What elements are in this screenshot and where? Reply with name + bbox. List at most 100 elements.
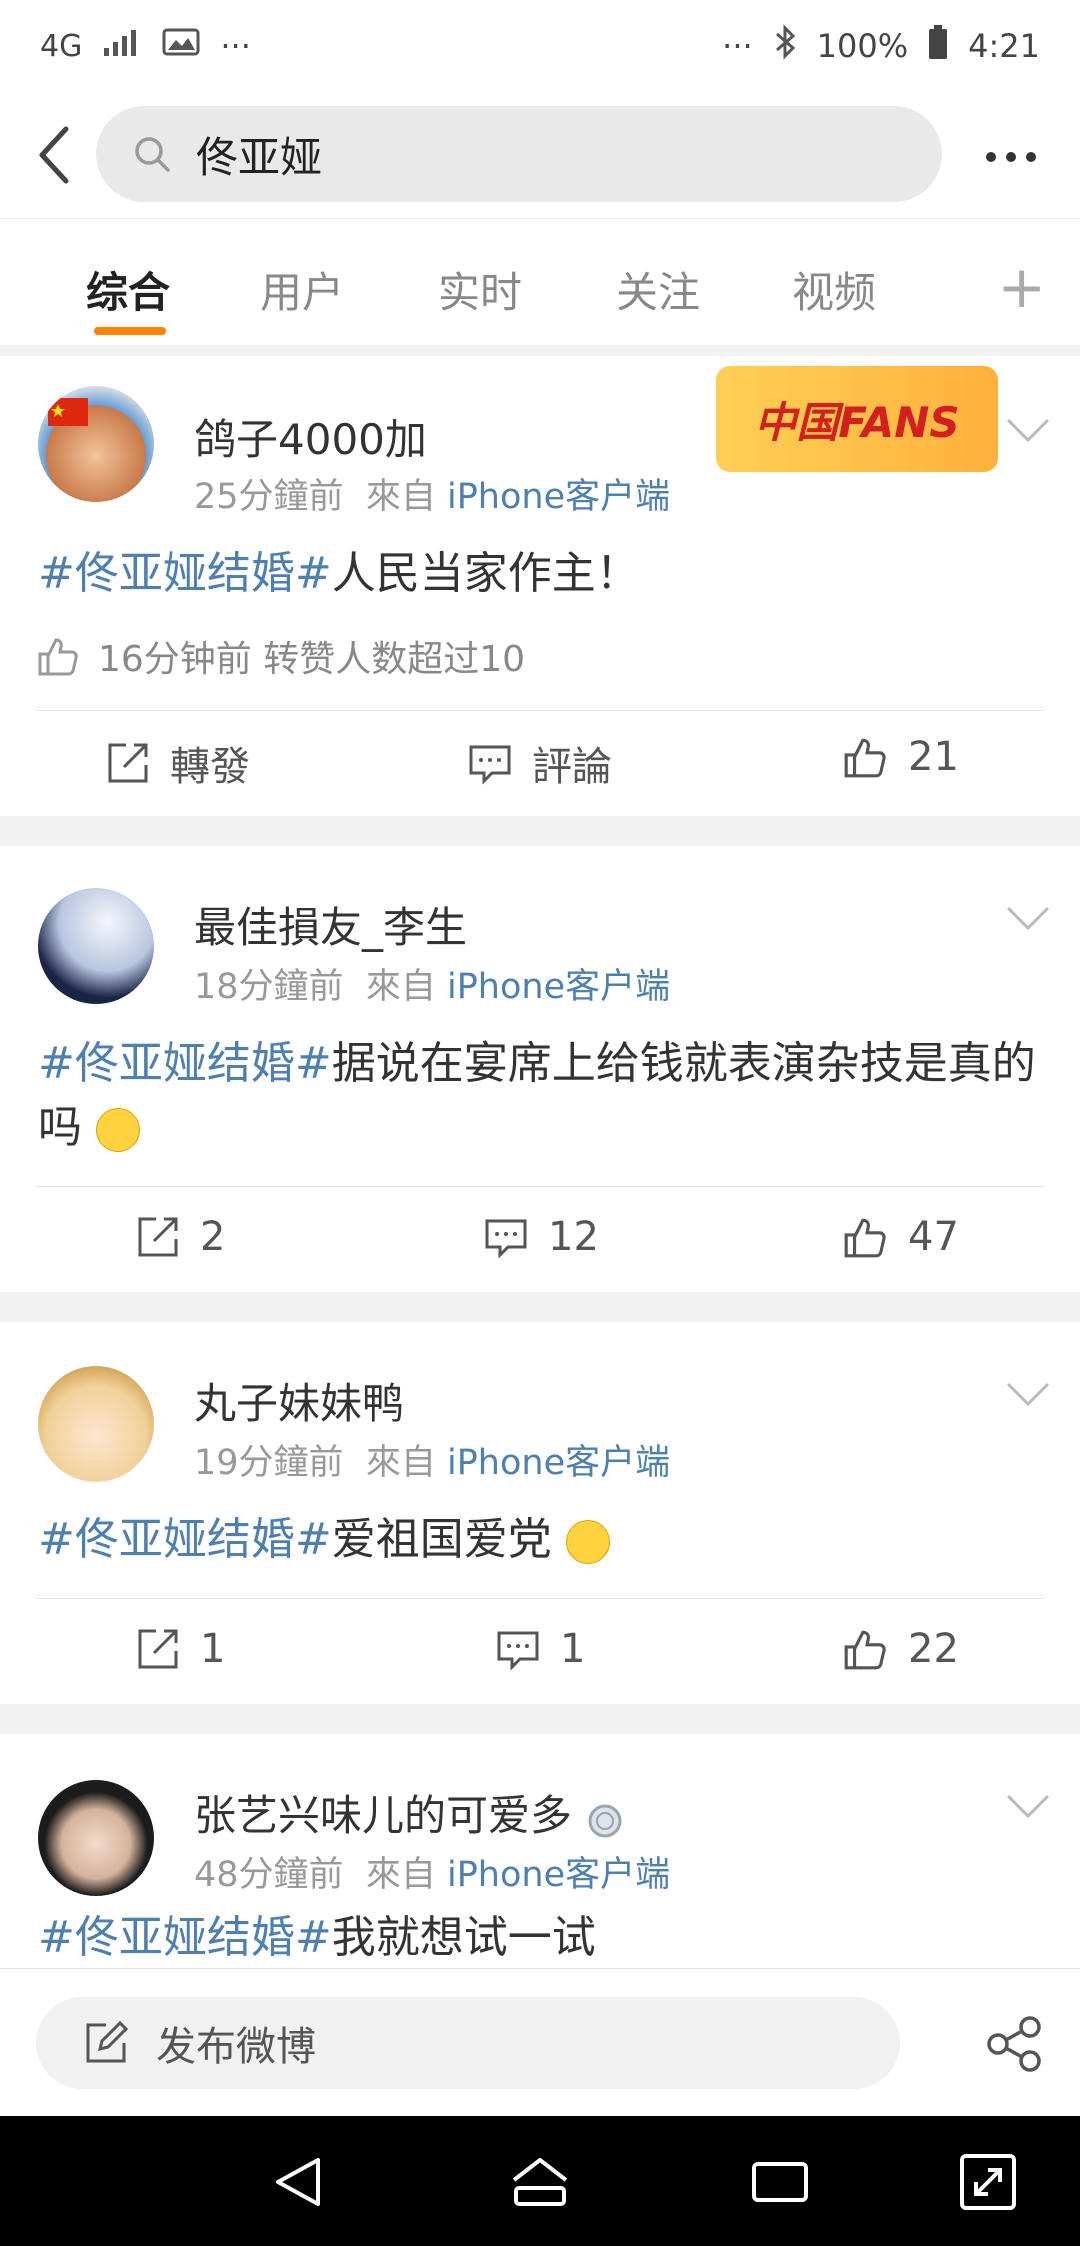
status-bar: 4G ··· ··· 100% 4:21: [0, 0, 1080, 92]
post-source[interactable]: iPhone客户端: [447, 1443, 670, 1483]
tab-video[interactable]: 视频: [792, 259, 876, 320]
avatar[interactable]: [38, 386, 154, 502]
post-card: 张艺兴味儿的可爱多 48分鐘前 來自 iPhone客户端 #佟亚娅结婚#我就想试…: [0, 1734, 1080, 1968]
post-text: #佟亚娅结婚#爱祖国爱党: [38, 1508, 1042, 1572]
tab-realtime[interactable]: 实时: [438, 259, 522, 320]
more-dot: [1006, 152, 1016, 162]
post-source[interactable]: iPhone客户端: [447, 967, 670, 1007]
search-input[interactable]: 佟亚娅: [96, 106, 942, 202]
nav-home-icon[interactable]: [508, 2150, 572, 2214]
like-count: 21: [908, 734, 959, 780]
repost-button[interactable]: 轉發: [106, 734, 250, 792]
edit-icon: [86, 2021, 128, 2063]
post-source[interactable]: iPhone客户端: [447, 477, 670, 517]
repost-button[interactable]: 2: [136, 1214, 225, 1260]
medal-icon: [588, 1804, 622, 1837]
more-options-button[interactable]: [976, 122, 1046, 192]
post-body: 爱祖国爱党: [331, 1514, 552, 1565]
clock: 4:21: [968, 27, 1040, 65]
image-icon: [162, 26, 200, 66]
avatar[interactable]: [38, 888, 154, 1004]
divider: [36, 1598, 1044, 1599]
compose-label: 发布微博: [156, 2024, 316, 2070]
signal-icon: [102, 26, 142, 66]
post-text: #佟亚娅结婚#据说在宴席上给钱就表演杂技是真的吗: [38, 1032, 1042, 1160]
comment-count: 1: [560, 1626, 586, 1672]
comment-button[interactable]: 1: [496, 1626, 585, 1672]
back-button[interactable]: [24, 120, 84, 190]
post-card: 最佳損友_李生 18分鐘前 來自 iPhone客户端 #佟亚娅结婚#据说在宴席上…: [0, 846, 1080, 1292]
username[interactable]: 鸽子4000加: [194, 406, 427, 467]
from-label: 來自: [365, 1855, 436, 1895]
hashtag[interactable]: #佟亚娅结婚#: [38, 1514, 332, 1565]
search-header: 佟亚娅: [0, 92, 1080, 218]
post-time: 19分鐘前: [194, 1443, 344, 1483]
post-card: 中国FANS 鸽子4000加 25分鐘前 來自 iPhone客户端 #佟亚娅结婚…: [0, 356, 1080, 816]
post-text: #佟亚娅结婚#我就想试一试: [38, 1906, 1042, 1968]
comment-label: 評論: [532, 744, 612, 790]
comment-button[interactable]: 評論: [468, 734, 612, 792]
liked-note: 16分钟前 转赞人数超过10: [36, 630, 525, 682]
username[interactable]: 最佳損友_李生: [194, 894, 467, 955]
more-dot: [1026, 152, 1036, 162]
nav-fullscreen-icon[interactable]: [956, 2150, 1020, 2214]
system-nav-bar: [0, 2116, 1080, 2246]
bluetooth-icon: [773, 24, 797, 68]
back-arrow-icon: [39, 126, 69, 184]
search-tabs: 综合 用户 实时 关注 视频 +: [0, 218, 1080, 345]
repost-icon: [108, 743, 148, 783]
chevron-down-icon[interactable]: [1006, 416, 1050, 446]
post-source[interactable]: iPhone客户端: [447, 1855, 670, 1895]
avatar[interactable]: [38, 1366, 154, 1482]
tab-users[interactable]: 用户: [260, 259, 344, 320]
avatar[interactable]: [38, 1780, 154, 1896]
share-icon[interactable]: [984, 2013, 1046, 2075]
active-tab-indicator: [94, 327, 166, 335]
smile-emoji-icon: [565, 1520, 610, 1564]
like-button[interactable]: 22: [842, 1626, 959, 1672]
from-label: 來自: [365, 477, 436, 517]
compose-bar: 发布微博: [0, 1968, 1080, 2117]
liked-note-text: 16分钟前 转赞人数超过10: [98, 639, 526, 680]
comment-button[interactable]: 12: [484, 1214, 599, 1260]
hashtag[interactable]: #佟亚娅结婚#: [38, 1038, 332, 1089]
tab-following[interactable]: 关注: [616, 259, 700, 320]
nav-back-icon[interactable]: [268, 2150, 332, 2214]
like-button[interactable]: 47: [842, 1214, 959, 1260]
repost-button[interactable]: 1: [136, 1626, 225, 1672]
like-count: 22: [908, 1626, 959, 1672]
from-label: 來自: [365, 967, 436, 1007]
chevron-down-icon[interactable]: [1006, 904, 1050, 934]
nav-recents-icon[interactable]: [748, 2150, 812, 2214]
thumb-up-icon: [844, 1218, 886, 1258]
compose-button[interactable]: 发布微博: [36, 1997, 900, 2089]
like-count: 47: [908, 1214, 959, 1260]
thumb-up-icon: [844, 1630, 886, 1670]
hashtag[interactable]: #佟亚娅结婚#: [38, 1912, 332, 1963]
battery-icon: [928, 24, 948, 68]
repost-count: 1: [200, 1626, 226, 1672]
overflow-dots: ···: [220, 27, 251, 65]
post-meta: 48分鐘前 來自 iPhone客户端: [194, 1846, 670, 1897]
post-body: 人民当家作主！: [331, 548, 640, 599]
thumb-up-icon: [38, 638, 78, 676]
comment-icon: [469, 745, 511, 785]
divider: [36, 1186, 1044, 1187]
post-time: 18分鐘前: [194, 967, 344, 1007]
search-icon: [135, 137, 170, 172]
chevron-down-icon[interactable]: [1006, 1380, 1050, 1410]
repost-count: 2: [200, 1214, 226, 1260]
post-text: #佟亚娅结婚#人民当家作主！: [38, 542, 1042, 606]
add-tab-button[interactable]: +: [997, 253, 1046, 321]
tab-comprehensive[interactable]: 综合: [86, 259, 170, 320]
like-button[interactable]: 21: [842, 734, 959, 780]
grin-emoji-icon: [96, 1108, 140, 1152]
username[interactable]: 丸子妹妹鸭: [194, 1370, 404, 1431]
post-meta: 19分鐘前 來自 iPhone客户端: [194, 1434, 670, 1485]
post-meta: 18分鐘前 來自 iPhone客户端: [194, 958, 670, 1009]
badge-text: 中国FANS: [754, 397, 960, 447]
chevron-down-icon[interactable]: [1006, 1792, 1050, 1822]
post-meta: 25分鐘前 來自 iPhone客户端: [194, 468, 670, 519]
username-text[interactable]: 张艺兴味儿的可爱多: [194, 1791, 572, 1840]
hashtag[interactable]: #佟亚娅结婚#: [38, 548, 332, 599]
